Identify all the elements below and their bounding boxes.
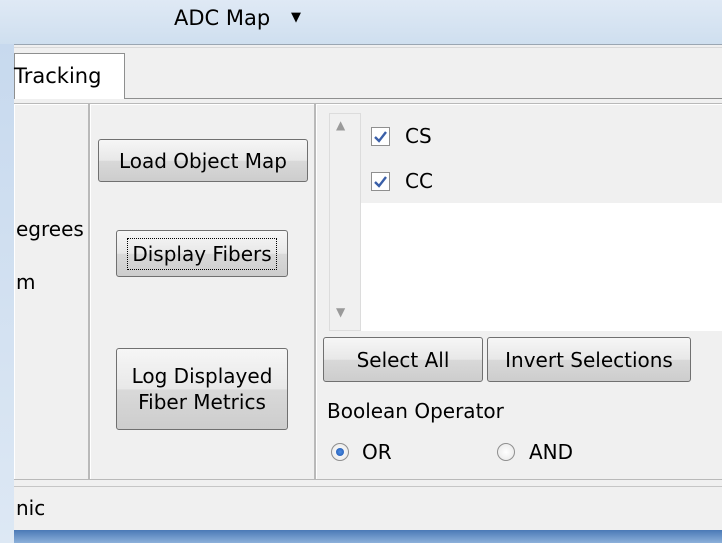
tab-tracking-label: Tracking — [14, 64, 102, 88]
scroll-up-icon[interactable]: ▲ — [336, 118, 345, 132]
chevron-down-icon[interactable]: ▼ — [291, 2, 301, 34]
radio-and-label[interactable]: AND — [529, 438, 573, 466]
load-object-map-button[interactable]: Load Object Map — [98, 139, 308, 182]
divider — [14, 47, 722, 48]
display-fibers-label: Display Fibers — [127, 237, 277, 270]
list-scrollbar[interactable] — [329, 113, 361, 331]
invert-selections-button[interactable]: Invert Selections — [487, 337, 691, 382]
log-button-line2: Fiber Metrics — [138, 390, 266, 414]
radio-selected-dot — [336, 448, 344, 456]
log-button-line1: Log Displayed — [131, 364, 273, 388]
checkbox-cs-label[interactable]: CS — [405, 122, 432, 150]
radio-or[interactable] — [331, 443, 349, 461]
checkbox-cc[interactable] — [371, 172, 390, 191]
window-edge — [0, 44, 14, 543]
status-bar — [14, 486, 722, 530]
checkbox-cs[interactable] — [371, 127, 390, 146]
radio-and[interactable] — [497, 443, 515, 461]
checkmark-icon — [374, 176, 387, 188]
display-fibers-button[interactable]: Display Fibers — [116, 230, 288, 277]
select-all-button[interactable]: Select All — [323, 337, 483, 382]
invert-selections-label: Invert Selections — [505, 347, 673, 372]
checkbox-cc-label[interactable]: CC — [405, 167, 433, 195]
load-object-map-label: Load Object Map — [118, 148, 288, 173]
status-text: nic — [16, 496, 46, 520]
log-fiber-metrics-button[interactable]: Log Displayed Fiber Metrics — [116, 348, 288, 430]
scroll-down-icon[interactable]: ▼ — [336, 305, 345, 319]
select-all-label: Select All — [356, 347, 450, 372]
boolean-operator-label: Boolean Operator — [327, 399, 504, 423]
tab-strip-line — [125, 98, 722, 99]
radio-or-label[interactable]: OR — [362, 438, 392, 466]
map-dropdown[interactable]: ADC Map — [174, 2, 270, 34]
units-label: m — [16, 270, 36, 294]
degrees-label: egrees — [16, 217, 84, 241]
window-bottom-edge — [14, 530, 722, 543]
divider — [14, 44, 722, 45]
title-bar — [0, 0, 722, 44]
checkmark-icon — [374, 131, 387, 143]
